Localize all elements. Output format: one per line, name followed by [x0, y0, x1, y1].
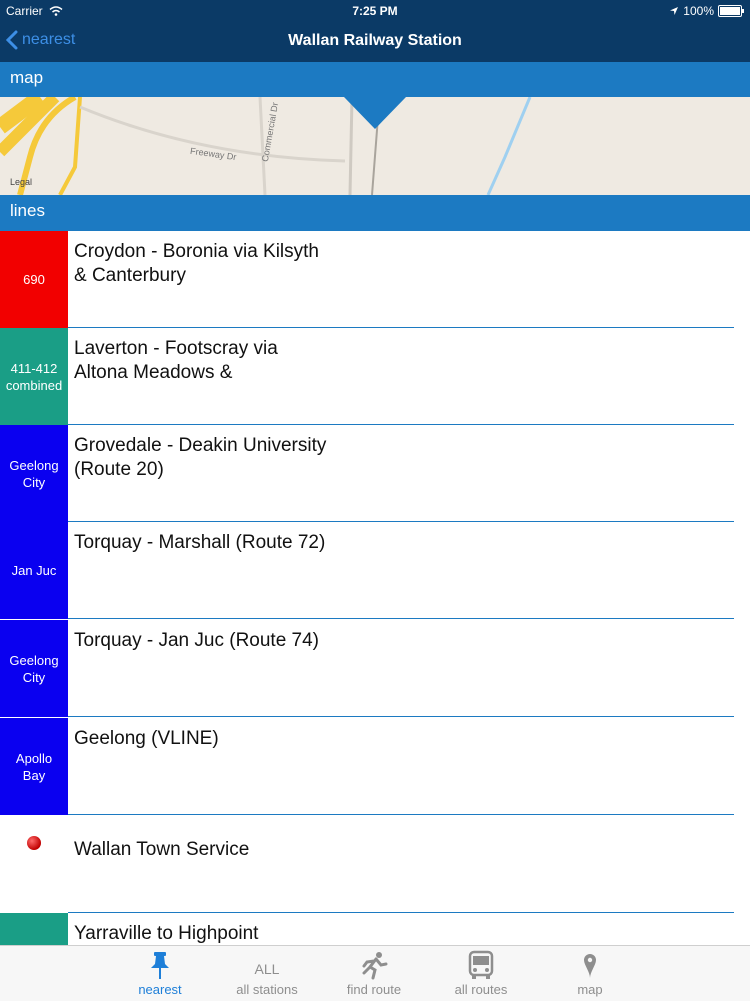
- line-badge: Jan Juc: [0, 522, 68, 619]
- tab-nearest[interactable]: nearest: [110, 946, 210, 1001]
- tab-map[interactable]: map: [540, 946, 640, 1001]
- red-dot-icon: [27, 836, 41, 850]
- tab-all-routes[interactable]: all routes: [431, 946, 531, 1001]
- line-name: Laverton - Footscray via Altona Meadows …: [74, 338, 278, 383]
- line-row[interactable]: 690 Croydon - Boronia via Kilsyth & Cant…: [0, 231, 750, 328]
- row-divider: [68, 716, 734, 717]
- page-title: Wallan Railway Station: [288, 32, 462, 49]
- section-header-lines-label: lines: [10, 201, 45, 220]
- battery-fill: [720, 7, 740, 15]
- line-row[interactable]: Geelong City Torquay - Jan Juc (Route 74…: [0, 620, 750, 717]
- line-name: Wallan Town Service: [74, 839, 250, 860]
- bus-icon: [468, 950, 494, 979]
- line-row[interactable]: Wallan Town Service: [0, 816, 750, 913]
- line-name: Yarraville to Highpoint: [74, 923, 259, 944]
- battery-icon: [718, 5, 744, 17]
- row-divider: [68, 814, 734, 815]
- nav-bar: nearest Wallan Railway Station: [0, 22, 750, 62]
- top-bar: Carrier 7:25 PM 100% nearest Wallan Rail…: [0, 0, 750, 62]
- row-divider: [68, 618, 734, 619]
- tab-bar: nearest ALL all stations find route all …: [0, 945, 750, 1001]
- section-header-map: map: [0, 62, 750, 97]
- line-name: Grovedale - Deakin University (Route 20): [74, 435, 327, 480]
- line-name: Geelong (VLINE): [74, 728, 219, 749]
- location-arrow-icon: [670, 7, 679, 15]
- map-legal-link[interactable]: Legal: [10, 177, 32, 187]
- status-right: 100%: [669, 4, 744, 18]
- section-header-lines: lines: [0, 195, 750, 231]
- map-pointer: [344, 97, 406, 129]
- line-badge: [0, 913, 68, 945]
- runner-icon: [362, 952, 388, 980]
- all-text-icon: ALL: [254, 961, 280, 977]
- pin-icon: [151, 952, 169, 979]
- tab-all-stations[interactable]: ALL all stations: [217, 946, 317, 1001]
- tab-find-route[interactable]: find route: [324, 946, 424, 1001]
- line-row[interactable]: 411-412 combined Laverton - Footscray vi…: [0, 328, 750, 425]
- line-row[interactable]: Yarraville to Highpoint: [0, 913, 750, 945]
- battery-percent: 100%: [683, 4, 714, 18]
- line-name: Croydon - Boronia via Kilsyth & Canterbu…: [74, 241, 319, 286]
- line-row[interactable]: Geelong City Grovedale - Deakin Universi…: [0, 425, 750, 522]
- line-badge: Geelong City: [0, 425, 68, 522]
- map-marker-icon: [584, 954, 596, 978]
- section-header-map-label: map: [10, 68, 44, 87]
- line-badge: 690: [0, 231, 68, 328]
- line-badge: 411-412 combined: [0, 328, 68, 425]
- status-time: 7:25 PM: [352, 4, 398, 18]
- status-bar: Carrier 7:25 PM 100%: [0, 0, 750, 22]
- line-badge: Geelong City: [0, 620, 68, 717]
- lines-list[interactable]: 690 Croydon - Boronia via Kilsyth & Cant…: [0, 231, 750, 945]
- line-row[interactable]: Apollo Bay Geelong (VLINE): [0, 718, 750, 815]
- line-badge: [0, 816, 68, 913]
- line-badge: Apollo Bay: [0, 718, 68, 815]
- line-row[interactable]: Jan Juc Torquay - Marshall (Route 72): [0, 522, 750, 619]
- line-name: Torquay - Marshall (Route 72): [74, 532, 326, 553]
- line-name: Torquay - Jan Juc (Route 74): [74, 630, 320, 651]
